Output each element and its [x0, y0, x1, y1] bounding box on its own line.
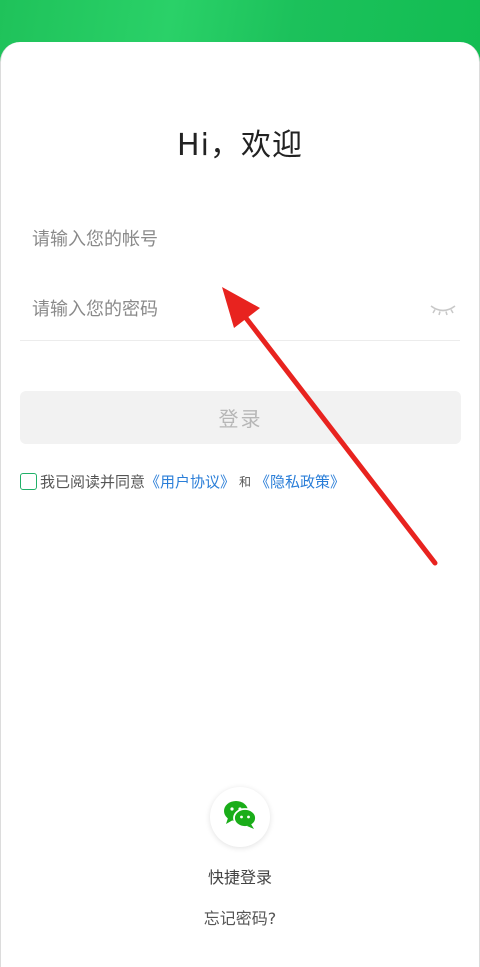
agreement-checkbox[interactable] [20, 472, 37, 490]
account-input[interactable] [20, 228, 460, 250]
wechat-icon [222, 799, 258, 835]
password-field-row [20, 278, 460, 341]
forgot-password-link[interactable]: 忘记密码? [0, 905, 480, 929]
eye-closed-icon[interactable] [428, 298, 458, 320]
agreement-prefix: 我已阅读并同意 [40, 472, 146, 491]
page-title: Hi，欢迎 [177, 128, 303, 163]
privacy-policy-link[interactable]: 《隐私政策》 [255, 471, 345, 492]
agreement-and: 和 [239, 474, 252, 489]
wechat-login-button[interactable] [210, 787, 270, 847]
login-button[interactable]: 登录 [20, 391, 461, 444]
account-field-row [20, 209, 460, 269]
quick-login-label: 快捷登录 [207, 868, 272, 887]
agreement-row: 我已阅读并同意 《用户协议》 和 《隐私政策》 [20, 470, 345, 492]
user-agreement-link[interactable]: 《用户协议》 [145, 471, 235, 492]
password-input[interactable] [20, 298, 428, 320]
